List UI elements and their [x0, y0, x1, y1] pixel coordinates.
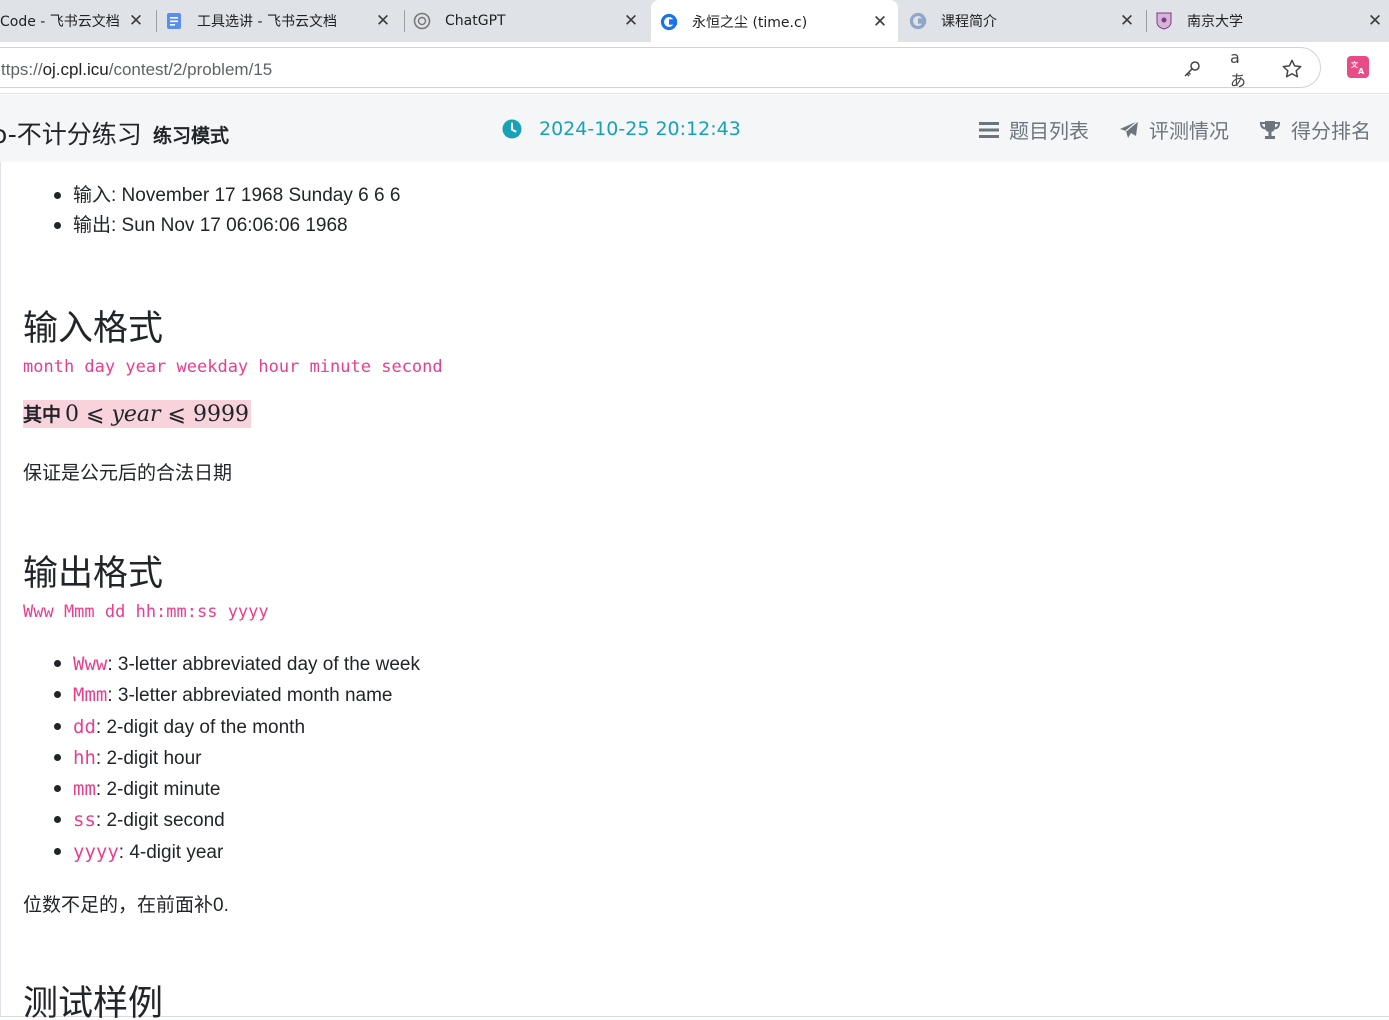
favorite-star-icon[interactable] — [1280, 57, 1304, 81]
chatgpt-icon — [413, 12, 431, 30]
field-code: dd — [73, 715, 96, 738]
url-host: oj.cpl.icu — [42, 60, 109, 79]
contest-clock: 2024-10-25 20:12:43 — [502, 118, 741, 140]
list-item: 输出: Sun Nov 17 06:06:06 1968 — [23, 211, 400, 241]
tab-title: 课程简介 — [941, 14, 997, 30]
input-format-code: month day year weekday hour minute secon… — [23, 357, 443, 377]
constraint-math: 0 ⩽ year ⩽ 9999 — [65, 402, 249, 427]
trophy-icon — [1259, 120, 1281, 139]
year-constraint: 其中 0 ⩽ year ⩽ 9999 — [23, 400, 251, 428]
site-header: o-不计分练习 练习模式 2024-10-25 20:12:43 题目列表 评测… — [0, 95, 1389, 162]
read-aloud-icon[interactable]: aあ — [1230, 48, 1254, 90]
samples-heading: 测试样例 — [23, 984, 164, 1020]
browser-toolbar: ttps://oj.cpl.icu/contest/2/problem/15 a… — [0, 42, 1389, 94]
padding-note: 位数不足的，在前面补0. — [23, 895, 229, 916]
svg-text:A: A — [1358, 67, 1365, 75]
nju-logo-icon — [1155, 12, 1173, 30]
mode-label: 练习模式 — [153, 125, 230, 147]
field-code: hh — [73, 746, 96, 769]
feishu-doc-icon — [165, 12, 183, 30]
field-desc: : 4-digit year — [118, 841, 224, 863]
browser-tab[interactable]: 南京大学 ✕ — [1155, 0, 1389, 42]
nav-submissions[interactable]: 评测情况 — [1119, 115, 1229, 144]
list-item: Www: 3-letter abbreviated day of the wee… — [23, 649, 420, 680]
output-format-code: Www Mmm dd hh:mm:ss yyyy — [23, 602, 269, 622]
close-tab-icon[interactable]: ✕ — [1365, 11, 1385, 31]
address-bar[interactable]: ttps://oj.cpl.icu/contest/2/problem/15 a… — [0, 47, 1321, 90]
url-scheme: ttps:// — [1, 60, 43, 79]
tab-separator — [404, 10, 405, 32]
field-desc: : 2-digit day of the month — [95, 716, 306, 738]
close-tab-icon[interactable]: ✕ — [870, 12, 890, 32]
url-text[interactable]: ttps://oj.cpl.icu/contest/2/problem/15 — [1, 60, 272, 80]
contest-title[interactable]: o-不计分练习 — [0, 115, 142, 151]
list-item: mm: 2-digit minute — [23, 774, 420, 805]
input-format-heading: 输入格式 — [23, 309, 164, 349]
browser-tab[interactable]: 课程简介 ✕ — [907, 0, 1145, 42]
tab-title: ChatGPT — [445, 13, 506, 29]
tab-title: Code - 飞书云文档 — [0, 14, 120, 30]
key-icon[interactable] — [1180, 57, 1204, 81]
constraint-prefix: 其中 — [23, 405, 62, 426]
browser-tab[interactable]: ChatGPT ✕ — [413, 0, 649, 42]
nav-label: 评测情况 — [1149, 119, 1229, 143]
tab-title: 永恒之尘 (time.c) — [692, 15, 808, 31]
field-desc: : 2-digit hour — [95, 747, 202, 769]
list-item: dd: 2-digit day of the month — [23, 712, 420, 743]
list-item: hh: 2-digit hour — [23, 743, 420, 774]
field-code: Mmm — [73, 684, 108, 707]
oj-logo-icon — [909, 12, 927, 30]
paper-plane-icon — [1120, 120, 1139, 138]
close-tab-icon[interactable]: ✕ — [1117, 11, 1137, 31]
tab-separator — [156, 10, 157, 32]
oj-logo-icon — [660, 13, 678, 31]
field-code: Www — [73, 653, 108, 675]
field-desc: : 3-letter abbreviated day of the week — [107, 654, 420, 675]
list-item: 输入: November 17 1968 Sunday 6 6 6 — [23, 181, 400, 211]
url-path: /contest/2/problem/15 — [108, 60, 273, 79]
tab-title: 工具选讲 - 飞书云文档 — [197, 14, 337, 30]
close-tab-icon[interactable]: ✕ — [126, 11, 146, 31]
list-item: yyyy: 4-digit year — [23, 837, 420, 868]
tab-title: 南京大学 — [1187, 14, 1243, 30]
nav-problem-list[interactable]: 题目列表 — [979, 115, 1089, 144]
valid-date-note: 保证是公元后的合法日期 — [23, 463, 233, 484]
field-desc: : 3-letter abbreviated month name — [107, 685, 393, 707]
output-format-heading: 输出格式 — [23, 554, 164, 594]
close-tab-icon[interactable]: ✕ — [373, 11, 393, 31]
list-item: ss: 2-digit second — [23, 805, 420, 836]
example-list: 输入: November 17 1968 Sunday 6 6 6 输出: Su… — [23, 181, 400, 241]
clock-time: 2024-10-25 20:12:43 — [539, 118, 741, 140]
browser-tab[interactable]: 工具选讲 - 飞书云文档 ✕ — [165, 0, 401, 42]
field-desc: : 2-digit second — [95, 810, 225, 832]
nav-label: 题目列表 — [1009, 119, 1089, 143]
clock-icon — [502, 119, 522, 139]
field-list: Www: 3-letter abbreviated day of the wee… — [23, 649, 420, 868]
translate-extension-icon[interactable]: 文A — [1347, 56, 1369, 78]
nav-scoreboard[interactable]: 得分排名 — [1259, 115, 1371, 144]
browser-tab[interactable]: Code - 飞书云文档 ✕ — [0, 0, 152, 42]
problem-content: 输入: November 17 1968 Sunday 6 6 6 输出: Su… — [0, 162, 1389, 1020]
field-code: ss — [73, 809, 96, 832]
field-code: yyyy — [73, 840, 119, 863]
nav-label: 得分排名 — [1291, 119, 1371, 143]
field-desc: : 2-digit minute — [95, 779, 221, 801]
field-code: mm — [73, 778, 96, 801]
list-icon — [979, 121, 999, 138]
browser-tab-strip: Code - 飞书云文档 ✕ 工具选讲 - 飞书云文档 ✕ ChatGPT ✕ … — [0, 0, 1389, 44]
list-item: Mmm: 3-letter abbreviated month name — [23, 680, 420, 711]
close-tab-icon[interactable]: ✕ — [621, 11, 641, 31]
header-nav: 题目列表 评测情况 得分排名 — [949, 115, 1371, 144]
tab-separator — [1146, 10, 1147, 32]
browser-tab-active[interactable]: 永恒之尘 (time.c) ✕ — [651, 0, 898, 44]
